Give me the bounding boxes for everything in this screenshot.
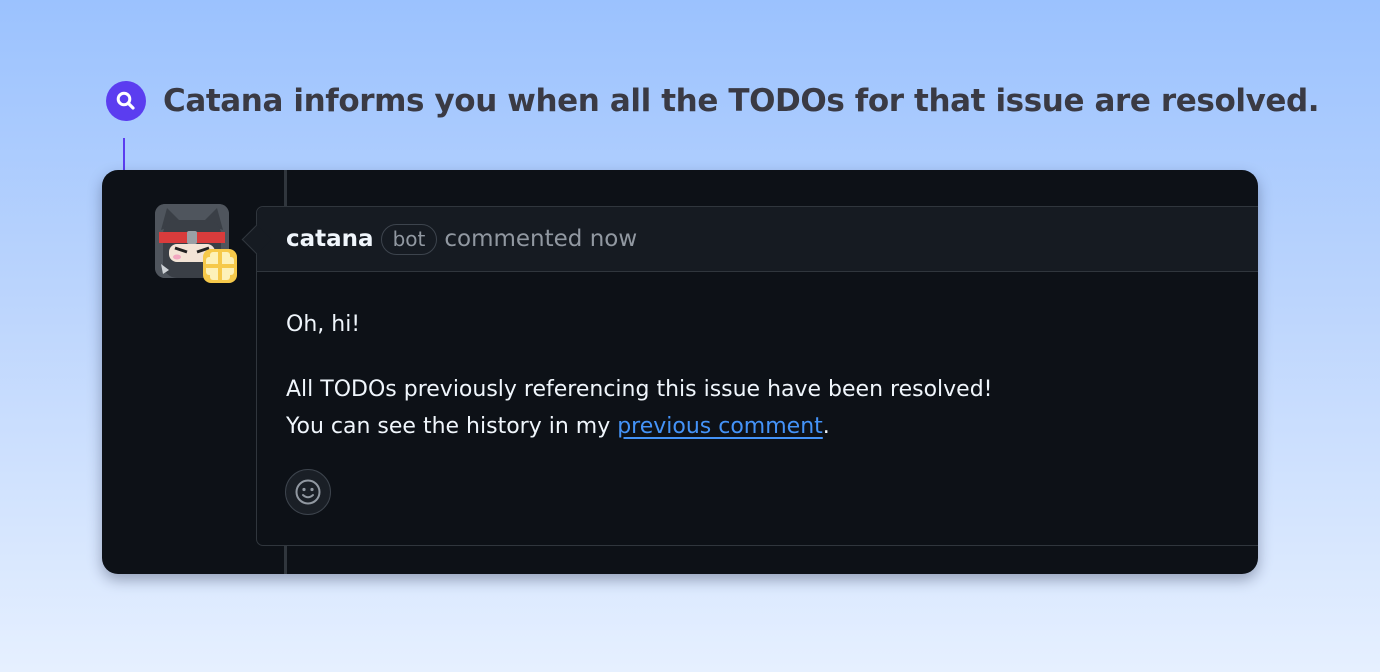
comment-paragraph: All TODOs previously referencing this is… — [286, 371, 1248, 445]
add-reaction-button[interactable] — [285, 469, 331, 515]
comment-card: catana bot commented now Oh, hi! All TOD… — [102, 170, 1258, 574]
comment-line-1: All TODOs previously referencing this is… — [286, 377, 993, 402]
bot-badge: bot — [380, 223, 438, 255]
headline-row: Catana informs you when all the TODOs fo… — [106, 80, 1320, 122]
previous-comment-link[interactable]: previous comment — [617, 414, 823, 439]
search-icon — [106, 81, 146, 121]
headline-text: Catana informs you when all the TODOs fo… — [163, 83, 1320, 119]
comment-body: Oh, hi! All TODOs previously referencing… — [257, 272, 1258, 445]
comment-line-2-suffix: . — [822, 414, 830, 439]
comment-box: catana bot commented now Oh, hi! All TOD… — [241, 206, 1258, 546]
connector-line — [123, 138, 125, 172]
comment-author[interactable]: catana — [286, 226, 374, 252]
bot-app-badge-icon — [202, 248, 238, 284]
comment-header: catana bot commented now — [257, 207, 1258, 272]
smiley-icon — [295, 479, 321, 505]
comment-greeting: Oh, hi! — [286, 312, 361, 337]
comment-line-2-prefix: You can see the history in my — [286, 414, 618, 439]
comment-meta: commented now — [444, 226, 638, 252]
